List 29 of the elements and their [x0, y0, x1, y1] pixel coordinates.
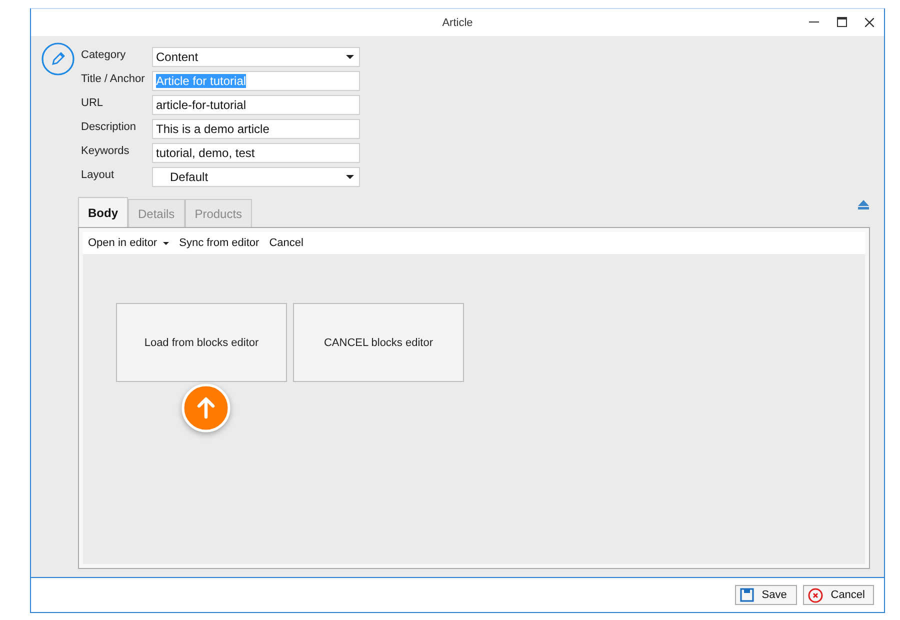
caret-icon — [346, 174, 354, 178]
dropdown[interactable]: Default — [152, 166, 360, 186]
maximize-icon[interactable] — [837, 17, 847, 27]
cancel-icon — [808, 588, 823, 602]
toolbar-button[interactable]: Cancel — [269, 237, 304, 249]
toolbar-button[interactable]: Sync from editor — [179, 237, 260, 249]
cancel-button[interactable]: Cancel — [802, 585, 874, 605]
field-label: Title / Anchor — [81, 72, 146, 84]
input-field[interactable]: This is a demo article — [152, 118, 360, 138]
field-label: Layout — [81, 168, 116, 180]
pencil-icon — [41, 42, 75, 76]
tab[interactable]: Body — [78, 197, 128, 227]
toolbar-button[interactable]: Open in editor — [88, 237, 170, 249]
editor-button[interactable]: Load from blocks editor — [116, 303, 287, 382]
field-label: Description — [81, 120, 138, 132]
input-field[interactable]: article-for-tutorial — [152, 94, 360, 114]
field-label: URL — [81, 96, 104, 108]
window-title: Article — [442, 16, 473, 28]
caret-icon — [346, 54, 354, 58]
editor-button[interactable]: CANCEL blocks editor — [293, 303, 464, 382]
dropdown[interactable]: Content — [152, 46, 360, 66]
floppy-icon — [740, 588, 754, 602]
save-button[interactable]: Save — [734, 585, 797, 605]
close-icon[interactable] — [865, 18, 874, 26]
field-label: Keywords — [81, 144, 130, 156]
collapse-icon[interactable] — [857, 199, 870, 210]
input-field[interactable]: tutorial, demo, test — [152, 142, 360, 162]
caret-icon — [163, 242, 170, 244]
field-label: Category — [81, 48, 127, 60]
